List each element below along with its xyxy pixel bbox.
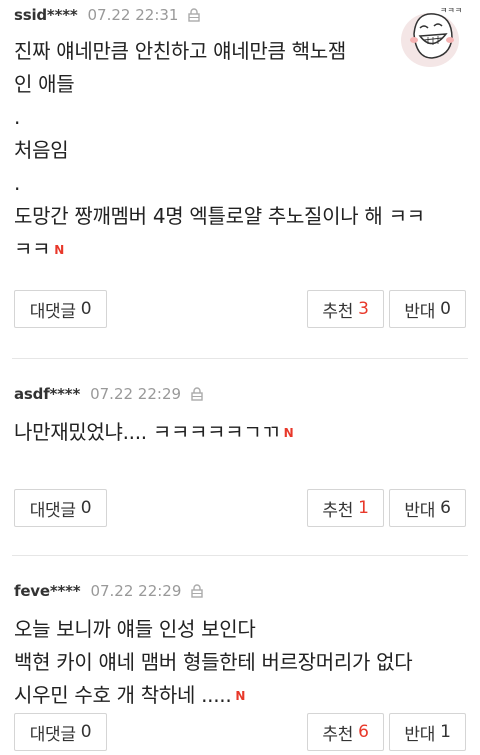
reply-label: 대댓글 — [29, 724, 76, 745]
comment-body: 오늘 보니까 얘들 인성 보인다 백현 카이 얘네 맴버 형들한테 버르장머리가… — [14, 606, 466, 713]
laughing-avatar-icon: ㅋㅋㅋ — [401, 6, 462, 67]
reply-button[interactable]: 대댓글 0 — [14, 489, 107, 527]
comment-line: 시우민 수호 개 착하네 ..... N — [14, 679, 466, 713]
reply-count: 0 — [80, 722, 92, 742]
oppose-label: 반대 — [404, 500, 436, 521]
recommend-label: 추천 — [322, 500, 354, 521]
comment-line: 처음임 — [14, 138, 69, 162]
comment-actions: 대댓글 0 추천 6 반대 1 — [14, 713, 466, 751]
oppose-label: 반대 — [404, 724, 436, 745]
comment-meta: feve**** 07.22 22:29 — [14, 556, 466, 606]
comment-actions: 대댓글 0 추천 3 반대 0 — [14, 290, 466, 328]
comment-author[interactable]: feve**** — [14, 582, 81, 600]
reply-label: 대댓글 — [29, 301, 76, 322]
recommend-label: 추천 — [322, 724, 354, 745]
comment-author[interactable]: asdf**** — [14, 385, 80, 403]
reply-button[interactable]: 대댓글 0 — [14, 290, 107, 328]
comment-time: 07.22 22:29 — [90, 582, 182, 600]
comment-actions: 대댓글 0 추천 1 반대 6 — [14, 489, 466, 527]
comment-line-text: 시우민 수호 개 착하네 ..... — [14, 683, 232, 707]
lock-icon — [191, 387, 203, 401]
comment-author[interactable]: ssid**** — [14, 6, 78, 24]
oppose-button[interactable]: 반대 0 — [389, 290, 466, 328]
comment-line-text: 나만재밌었냐.... ㅋㅋㅋㅋㅋㄱㄲ — [14, 420, 280, 444]
recommend-label: 추천 — [322, 301, 354, 322]
comment-time: 07.22 22:31 — [87, 6, 179, 24]
oppose-count: 6 — [440, 498, 451, 518]
oppose-button[interactable]: 반대 6 — [389, 489, 466, 527]
comment-line-text: ㅋㅋ — [14, 237, 51, 261]
comment-item: feve**** 07.22 22:29 오늘 보니까 얘들 인성 보인다 백현… — [12, 556, 468, 751]
new-badge: N — [235, 689, 246, 703]
recommend-button[interactable]: 추천 1 — [307, 489, 384, 527]
oppose-label: 반대 — [404, 301, 436, 322]
reply-count: 0 — [80, 498, 92, 518]
comment-line: . — [14, 171, 21, 195]
lock-icon — [191, 584, 204, 598]
oppose-count: 0 — [440, 299, 451, 319]
comment-line: ㅋㅋ N — [14, 233, 466, 267]
comment-line: 오늘 보니까 얘들 인성 보인다 — [14, 617, 256, 641]
reply-count: 0 — [80, 299, 92, 319]
lock-icon — [188, 8, 201, 22]
new-badge: N — [54, 243, 64, 257]
comment-item: asdf**** 07.22 22:29 나만재밌었냐.... ㅋㅋㅋㅋㅋㄱㄲ N… — [12, 359, 468, 556]
recommend-button[interactable]: 추천 3 — [307, 290, 384, 328]
comment-meta: ssid**** 07.22 22:31 — [14, 0, 466, 30]
recommend-count: 1 — [358, 498, 369, 518]
comment-line: 도망간 짱깨멤버 4명 엑틀로얄 추노질이나 해 ㅋㅋ — [14, 204, 425, 228]
comment-line: 나만재밌었냐.... ㅋㅋㅋㅋㅋㄱㄲ N — [14, 416, 466, 450]
comment-line: 진짜 얘네만큼 안친하고 얘네만큼 핵노잼 — [14, 39, 346, 63]
reply-label: 대댓글 — [29, 500, 76, 521]
comment-body: 나만재밌었냐.... ㅋㅋㅋㅋㅋㄱㄲ N — [14, 409, 466, 450]
recommend-count: 6 — [358, 722, 369, 742]
recommend-count: 3 — [358, 299, 369, 319]
svg-text:ㅋㅋㅋ: ㅋㅋㅋ — [440, 6, 462, 15]
new-badge: N — [283, 426, 294, 440]
comment-line: 백현 카이 얘네 맴버 형들한테 버르장머리가 없다 — [14, 650, 413, 674]
comment-body: 진짜 얘네만큼 안친하고 얘네만큼 핵노잼 인 애들 . 처음임 . 도망간 짱… — [14, 30, 466, 267]
reply-button[interactable]: 대댓글 0 — [14, 713, 107, 751]
comment-meta: asdf**** 07.22 22:29 — [14, 359, 466, 409]
recommend-button[interactable]: 추천 6 — [307, 713, 384, 751]
comment-line: . — [14, 105, 21, 129]
comment-time: 07.22 22:29 — [90, 385, 182, 403]
comment-item: ssid**** 07.22 22:31 ㅋㅋㅋ 진짜 얘네만큼 안친하고 얘네… — [12, 0, 468, 359]
comment-line: 인 애들 — [14, 72, 75, 96]
oppose-button[interactable]: 반대 1 — [389, 713, 466, 751]
oppose-count: 1 — [440, 722, 451, 742]
